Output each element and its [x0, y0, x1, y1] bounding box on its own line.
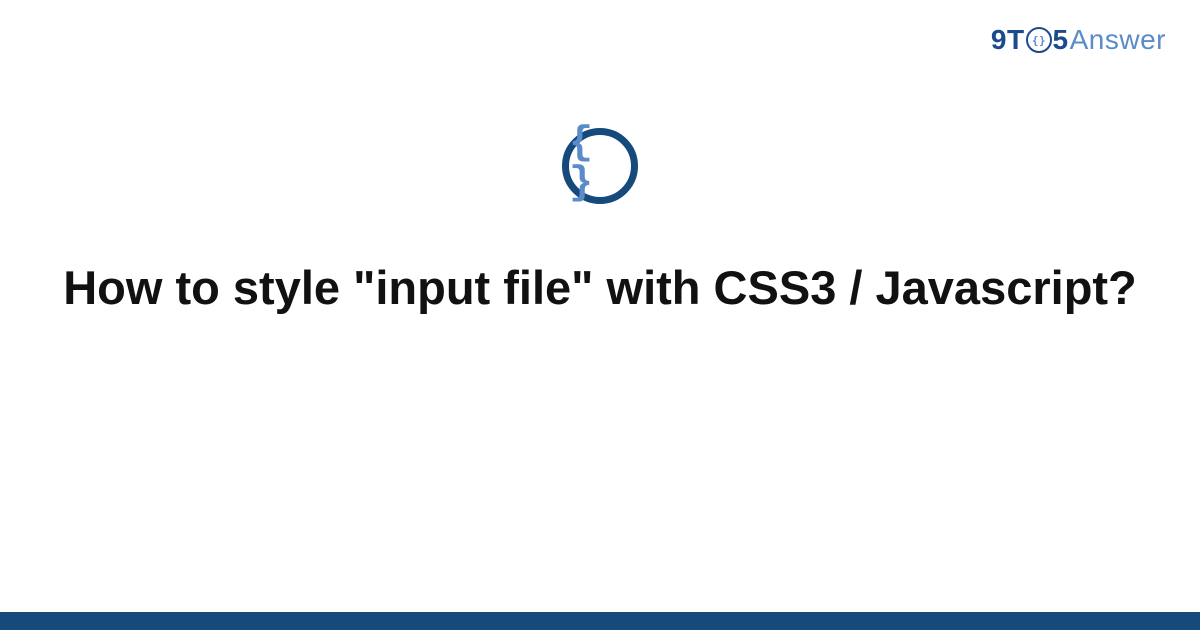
brand-text-t: T: [1007, 24, 1025, 56]
page-card: 9T {} 5Answer { } How to style "input fi…: [0, 0, 1200, 630]
code-braces-icon: { }: [562, 128, 638, 204]
brand-text-9: 9: [991, 24, 1007, 56]
question-title: How to style "input file" with CSS3 / Ja…: [0, 255, 1200, 322]
footer-accent-bar: [0, 612, 1200, 630]
svg-text:{}: {}: [1032, 34, 1046, 47]
brand-badge-icon: {}: [1026, 27, 1052, 53]
site-brand-logo: 9T {} 5Answer: [991, 24, 1166, 56]
braces-glyph: { }: [569, 124, 631, 204]
brand-text-answer: Answer: [1070, 24, 1166, 56]
brand-text-5: 5: [1053, 24, 1069, 56]
